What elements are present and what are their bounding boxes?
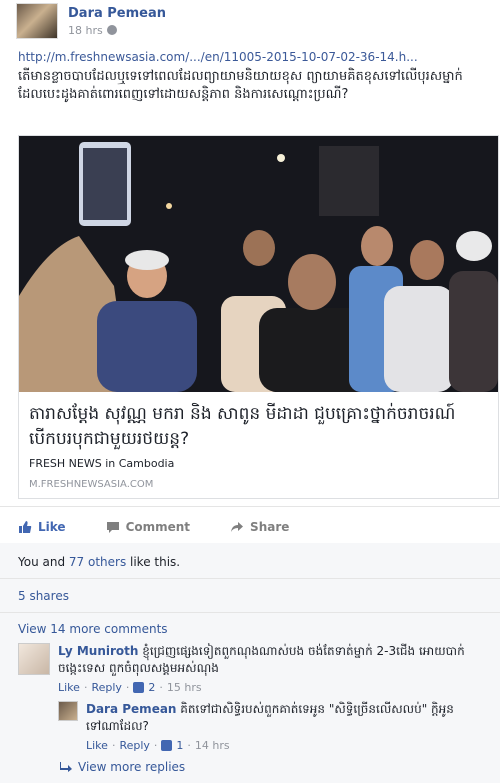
dot-separator: · (111, 739, 116, 752)
likes-suffix: like this. (126, 555, 181, 569)
commenter-name[interactable]: Ly Muniroth (58, 644, 138, 658)
shares-link[interactable]: 5 shares (18, 589, 69, 603)
link-preview-source: FRESH NEWS in Cambodia (29, 457, 175, 470)
author-info: Dara Pemean 18 hrs (68, 6, 166, 37)
reply-comment: Dara Pemean គិតទៅជាសិទ្ធិរបស់ពួកគាត់ទេអូ… (58, 701, 488, 753)
view-more-comments-link[interactable]: View 14 more comments (18, 622, 168, 636)
comment-button[interactable]: Comment (106, 520, 190, 534)
comment-reply-link[interactable]: Reply (119, 737, 149, 754)
author-name[interactable]: Dara Pemean (68, 6, 166, 21)
dot-separator: · (187, 739, 191, 752)
comment-like-count[interactable]: 2 (148, 679, 155, 696)
share-icon (231, 522, 244, 532)
view-more-replies-link[interactable]: View more replies (60, 760, 185, 774)
thumbs-up-icon (133, 682, 145, 693)
post-link-url[interactable]: http://m.freshnewsasia.com/.../en/11005-… (18, 50, 488, 64)
share-button[interactable]: Share (230, 520, 289, 534)
action-bar: Like Comment Share (18, 512, 488, 542)
divider (0, 578, 500, 579)
comment-icon (106, 521, 119, 533)
dot-separator: · (159, 681, 163, 694)
post-text: តើមានខ្លាចបាបដែលឬទេទៅពេលដែលព្យាយាមនិយាយខ… (18, 69, 463, 102)
post-time[interactable]: 18 hrs (68, 24, 103, 37)
share-label: Share (250, 520, 290, 534)
comment-like-count[interactable]: 1 (176, 737, 183, 754)
thumbs-up-icon (161, 740, 173, 751)
globe-icon (106, 25, 117, 35)
like-button[interactable]: Like (18, 520, 66, 534)
comment-time[interactable]: 14 hrs (195, 737, 230, 754)
divider (0, 612, 500, 613)
dot-separator: · (83, 681, 88, 694)
view-more-replies-label: View more replies (78, 760, 186, 774)
comment: Ly Muniroth ខ្ញុំជ្រេញផ្សេងទៀតពួកណុងណាស់… (18, 643, 488, 696)
post-meta: 18 hrs (68, 24, 166, 37)
crowd-photo (19, 136, 498, 392)
like-label: Like (38, 520, 66, 534)
comment-label: Comment (125, 520, 191, 534)
comment-reply-link[interactable]: Reply (91, 679, 121, 696)
author-avatar[interactable] (16, 3, 58, 39)
comment-body: Ly Muniroth ខ្ញុំជ្រេញផ្សេងទៀតពួកណុងណាស់… (58, 643, 488, 696)
reply-arrow-icon (60, 762, 72, 772)
likes-summary: You and 77 others like this. (18, 555, 180, 569)
thumbs-up-icon (19, 521, 32, 533)
link-preview-image[interactable] (19, 136, 498, 392)
likes-prefix: You and (18, 555, 69, 569)
post-header: Dara Pemean 18 hrs (16, 3, 166, 39)
commenter-avatar[interactable] (18, 643, 50, 675)
comment-time[interactable]: 15 hrs (167, 679, 202, 696)
post: Dara Pemean 18 hrs http://m.freshnewsasi… (0, 0, 500, 783)
comment-actions: Like · Reply · 2 · 15 hrs (58, 679, 488, 696)
comment-like-link[interactable]: Like (58, 679, 80, 696)
divider (0, 506, 500, 507)
link-preview-domain: M.FRESHNEWSASIA.COM (29, 479, 154, 490)
likes-others-link[interactable]: 77 others (69, 555, 126, 569)
link-preview-card[interactable]: តារាសម្ដែង សុវណ្ណ មករា និង សាពូន មីដាដា … (18, 135, 499, 499)
comment-body: Dara Pemean គិតទៅជាសិទ្ធិរបស់ពួកគាត់ទេអូ… (86, 701, 486, 754)
dot-separator: · (153, 739, 158, 752)
comment-actions: Like · Reply · 1 · 14 hrs (86, 737, 486, 754)
comment-like-link[interactable]: Like (86, 737, 108, 754)
link-preview-title[interactable]: តារាសម្ដែង សុវណ្ណ មករា និង សាពូន មីដាដា … (29, 402, 489, 452)
commenter-avatar[interactable] (58, 701, 78, 721)
dot-separator: · (125, 681, 130, 694)
commenter-name[interactable]: Dara Pemean (86, 702, 176, 716)
